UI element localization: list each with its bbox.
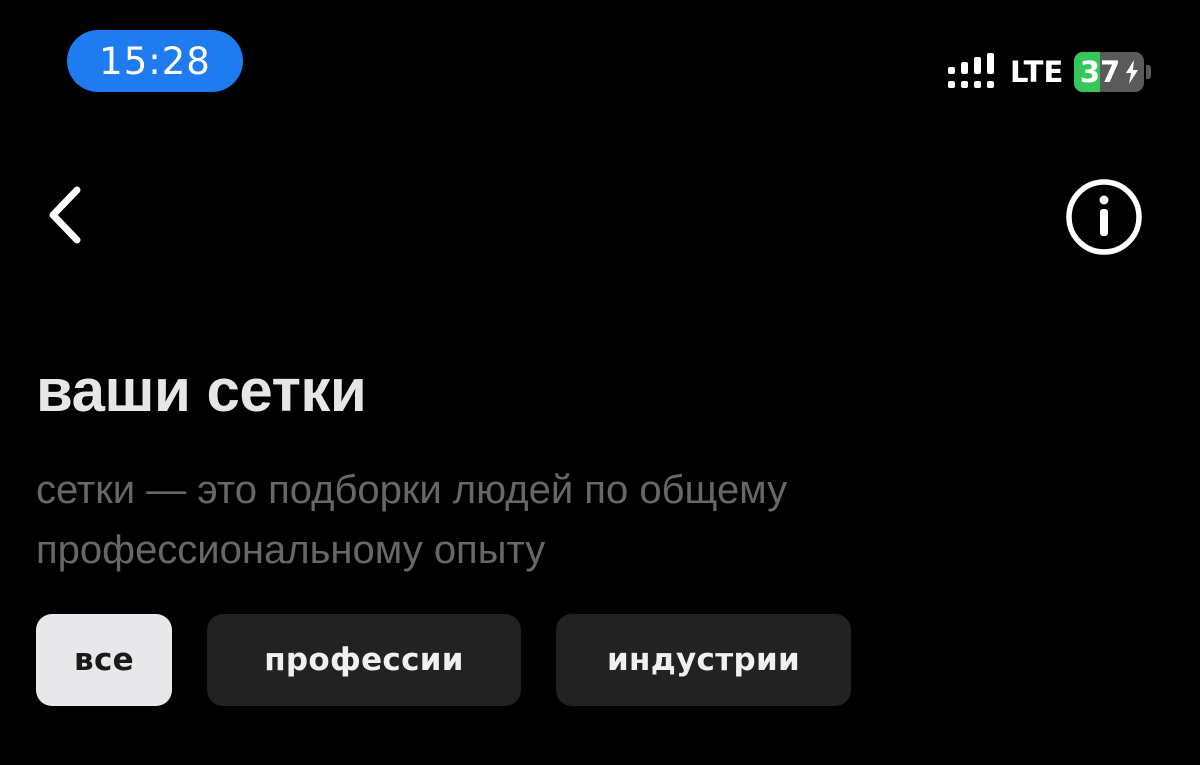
filter-chip-all[interactable]: все: [36, 614, 172, 706]
filter-chip-label: профессии: [264, 642, 464, 678]
status-time: 15:28: [99, 39, 211, 83]
charging-bolt-icon: [1126, 60, 1138, 84]
back-button[interactable]: [30, 170, 110, 260]
page-description: сетки — это подборки людей по общему про…: [36, 468, 788, 572]
status-bar: 15:28 LTE 37: [0, 0, 1200, 120]
info-circle-icon: [1066, 179, 1142, 255]
battery-nub: [1146, 65, 1151, 79]
info-button[interactable]: [1062, 175, 1146, 259]
filter-chip-label: все: [74, 642, 134, 678]
page-title: ваши сетки: [36, 357, 367, 424]
chevron-left-icon: [49, 186, 81, 244]
battery-icon: 37: [1074, 52, 1144, 92]
cellular-signal-icon: [948, 53, 994, 88]
filter-chip-label: индустрии: [606, 642, 801, 678]
time-pill[interactable]: 15:28: [67, 30, 243, 92]
battery-percent: 37: [1079, 55, 1121, 89]
filter-chips: все профессии индустрии: [36, 614, 851, 706]
filter-chip-professions[interactable]: профессии: [207, 614, 521, 706]
network-type: LTE: [1010, 55, 1064, 89]
filter-chip-industries[interactable]: индустрии: [556, 614, 851, 706]
